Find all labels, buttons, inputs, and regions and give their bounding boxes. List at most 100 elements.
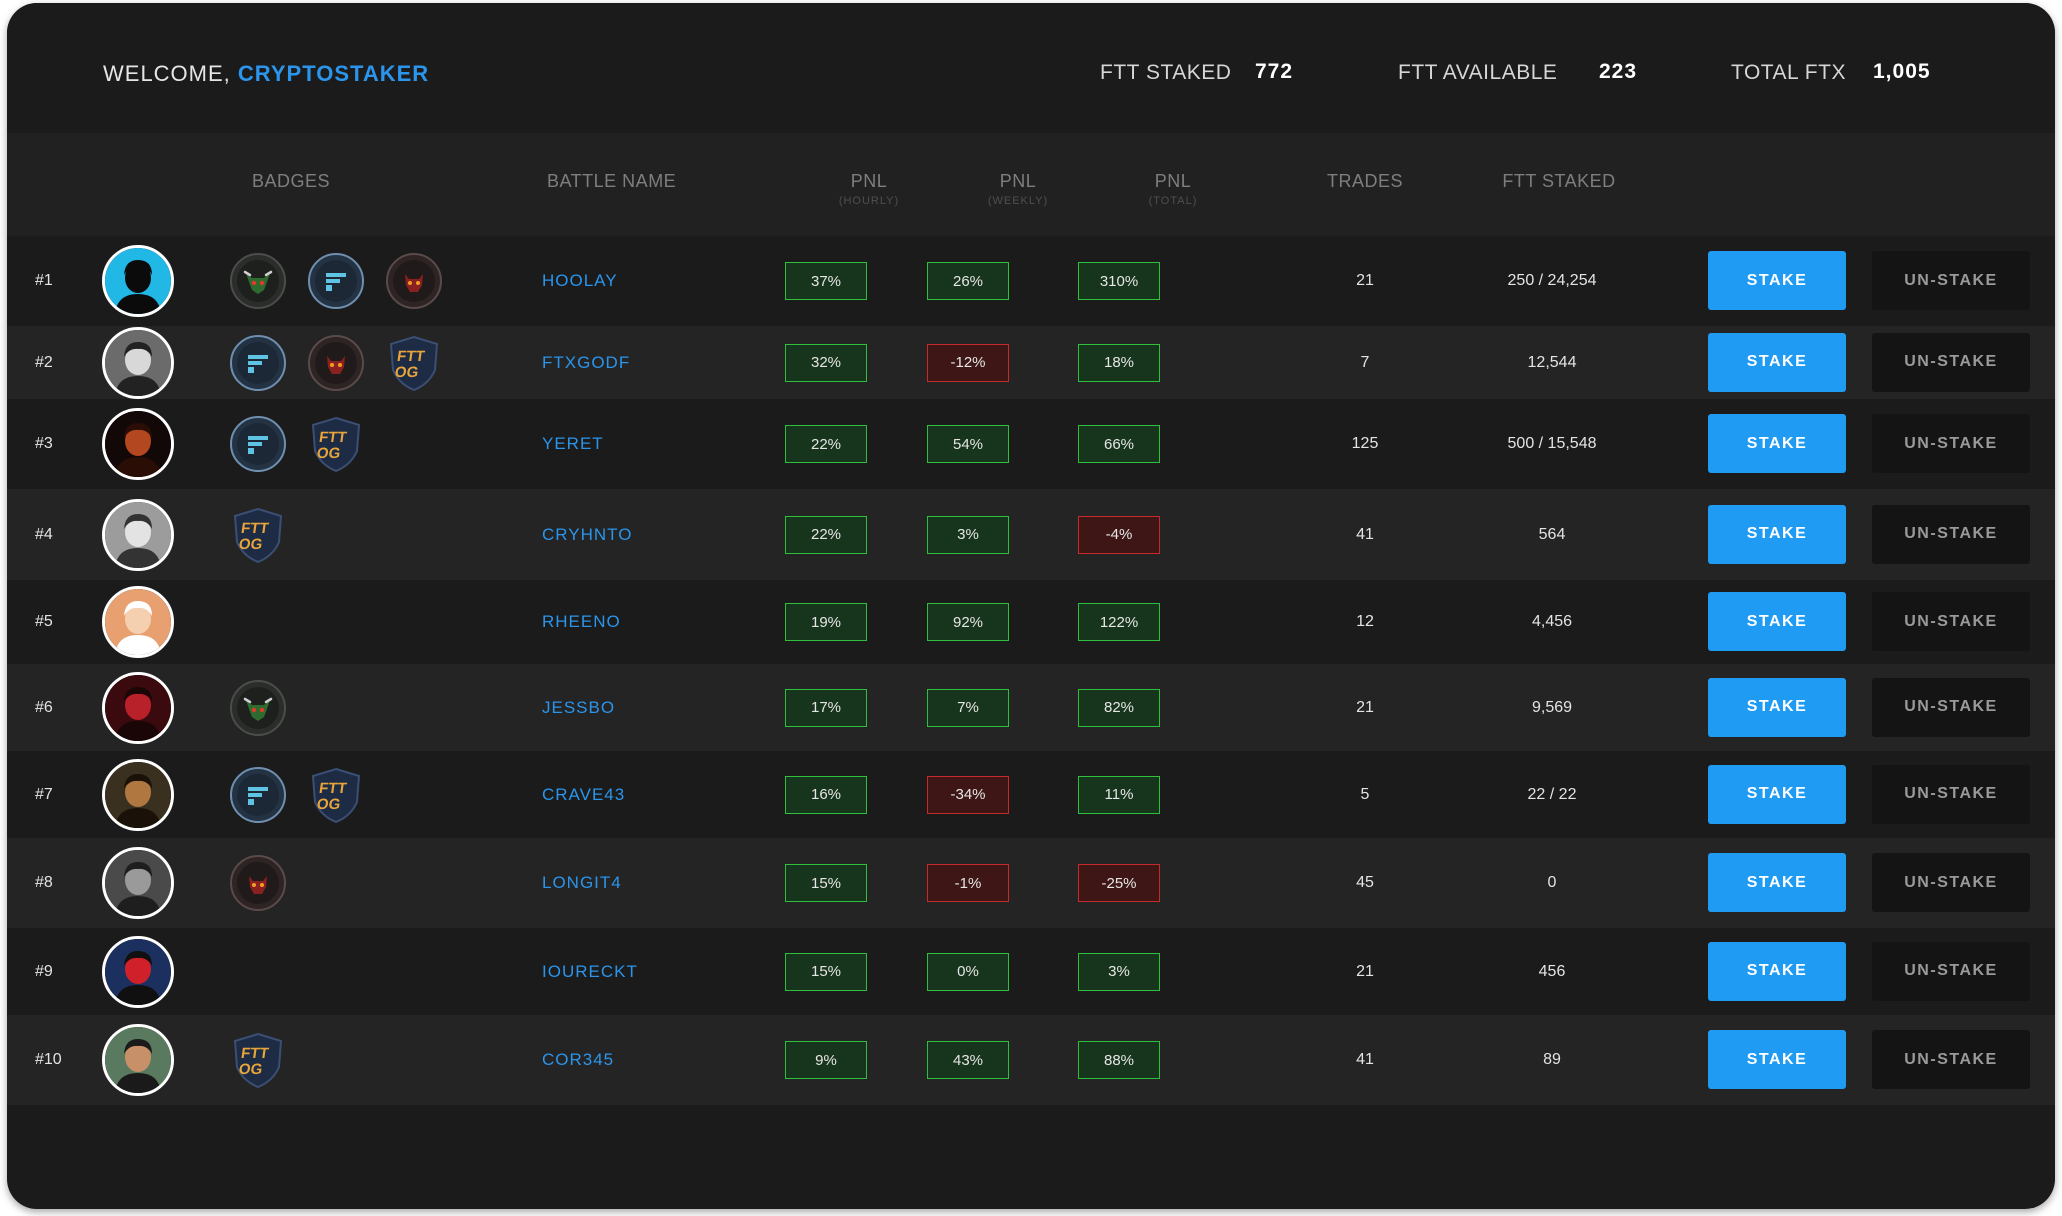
avatar[interactable] [102, 847, 174, 919]
battle-name-link[interactable]: FTXGODF [542, 353, 630, 373]
column-pnl-total-sub: (TOTAL) [1148, 195, 1198, 207]
ftt-available-label: FTT AVAILABLE [1398, 61, 1558, 84]
ftx-badge-icon [229, 766, 287, 824]
total-ftx-label: TOTAL FTX [1731, 61, 1846, 84]
stake-button[interactable]: STAKE [1708, 414, 1846, 473]
avatar[interactable] [102, 498, 174, 571]
unstake-button[interactable]: UN-STAKE [1872, 251, 2030, 310]
battle-name-link[interactable]: RHEENO [542, 612, 621, 632]
table-row: #4 FTT OG CRYHNTO 22% 3% -4% 41 564 STAKE UN-STAKE [7, 489, 2055, 580]
battle-name-link[interactable]: IOURECKT [542, 962, 638, 982]
ftt-staked-value: 4,456 [1531, 613, 1573, 630]
column-trades[interactable]: TRADES [1327, 171, 1403, 192]
column-pnl-total-label: PNL [1154, 171, 1192, 191]
battle-name-link[interactable]: CRYHNTO [542, 525, 632, 545]
column-pnl-hourly-label: PNL [850, 171, 888, 191]
column-battle-name[interactable]: BATTLE NAME [547, 171, 676, 192]
row-rank: #8 [35, 874, 53, 891]
battle-name-link[interactable]: LONGIT4 [542, 873, 622, 893]
row-rank: #3 [35, 435, 53, 452]
stake-button[interactable]: STAKE [1708, 1030, 1846, 1089]
pnl-total-badge: 66% [1078, 425, 1160, 463]
unstake-button[interactable]: UN-STAKE [1872, 332, 2030, 392]
battle-name-link[interactable]: CRAVE43 [542, 785, 625, 805]
column-ftt-staked[interactable]: FTT STAKED [1502, 171, 1615, 192]
row-rank: #6 [35, 698, 53, 716]
stake-button[interactable]: STAKE [1708, 592, 1846, 651]
ftt-staked-value: 12,544 [1527, 353, 1577, 371]
unstake-button[interactable]: UN-STAKE [1872, 677, 2030, 737]
stake-button[interactable]: STAKE [1708, 764, 1846, 824]
avatar[interactable] [102, 245, 174, 317]
table-row: #9 IOURECKT 15% 0% 3% 21 456 STAKE UN-STAKE [7, 928, 2055, 1015]
column-pnl-hourly[interactable]: PNL (HOURLY) [839, 171, 899, 207]
avatar[interactable] [102, 758, 174, 831]
pnl-total-badge: 122% [1078, 603, 1160, 641]
ftt-staked-value: 772 [1255, 60, 1294, 83]
stake-button[interactable]: STAKE [1708, 504, 1846, 564]
stake-button[interactable]: STAKE [1708, 332, 1846, 392]
svg-text:OG: OG [238, 1061, 264, 1078]
avatar[interactable] [102, 1024, 174, 1096]
pnl-total-badge: 11% [1078, 775, 1160, 814]
pnl-weekly-badge: 92% [927, 603, 1009, 641]
ftt-staked-value: 9,569 [1531, 698, 1573, 716]
pnl-hourly-badge: 9% [785, 1041, 867, 1079]
ftx-badge-icon [229, 415, 287, 473]
trades-count: 45 [1356, 874, 1374, 891]
unstake-button[interactable]: UN-STAKE [1872, 764, 2030, 824]
pnl-total-badge: -4% [1078, 515, 1160, 554]
pnl-total-badge: 88% [1078, 1041, 1160, 1079]
unstake-button[interactable]: UN-STAKE [1872, 941, 2030, 1001]
avatar[interactable] [102, 935, 174, 1008]
trades-count: 21 [1356, 962, 1374, 980]
avatar[interactable] [102, 408, 174, 480]
svg-text:FTT: FTT [318, 780, 349, 797]
row-rank: #4 [35, 525, 53, 543]
bull-badge-icon [229, 679, 287, 737]
table-header: BADGES BATTLE NAME PNL (HOURLY) PNL (WEE… [7, 133, 2055, 236]
stake-button[interactable]: STAKE [1708, 251, 1846, 310]
pnl-hourly-badge: 22% [785, 425, 867, 463]
pnl-weekly-badge: 3% [927, 515, 1009, 554]
trades-count: 5 [1360, 785, 1370, 803]
ftt-staked-value: 456 [1538, 962, 1566, 980]
svg-text:FTT: FTT [240, 1045, 271, 1062]
ftt-staked-value: 0 [1547, 874, 1557, 891]
stake-button[interactable]: STAKE [1708, 853, 1846, 912]
top-bar: WELCOME, CRYPTOSTAKER FTT STAKED 772 FTT… [7, 3, 2055, 133]
avatar[interactable] [102, 586, 174, 658]
table-row: #7 FTT OG CRAVE43 16% -34% 11% 5 22 / 22 STAKE UN-… [7, 751, 2055, 838]
pnl-weekly-badge: 43% [927, 1041, 1009, 1079]
table-row: #3 FTT OG YERET 22% 54% 66% 125 500 / 15,548 STAK… [7, 399, 2055, 489]
column-pnl-weekly[interactable]: PNL (WEEKLY) [988, 171, 1048, 207]
table-row: #6 JESSBO 17% 7% 82% 21 9,569 STAKE UN-STAKE [7, 664, 2055, 751]
pnl-weekly-badge: 54% [927, 425, 1009, 463]
table-row: #8 LONGIT4 15% -1% -25% 45 0 STAKE UN-STAKE [7, 838, 2055, 928]
unstake-button[interactable]: UN-STAKE [1872, 592, 2030, 651]
column-badges: BADGES [252, 171, 331, 191]
unstake-button[interactable]: UN-STAKE [1872, 504, 2030, 564]
table-row: #1 HOOLAY 37% 26% 310% 21 250 / 24,254 STAKE UN-… [7, 236, 2055, 326]
ftt-staked-value: 22 / 22 [1527, 785, 1577, 803]
battle-name-link[interactable]: COR345 [542, 1050, 614, 1070]
unstake-button[interactable]: UN-STAKE [1872, 414, 2030, 473]
unstake-button[interactable]: UN-STAKE [1872, 853, 2030, 912]
stake-button[interactable]: STAKE [1708, 941, 1846, 1001]
avatar[interactable] [102, 671, 174, 744]
avatar[interactable] [102, 326, 174, 399]
svg-text:FTT: FTT [396, 348, 427, 365]
pnl-hourly-badge: 15% [785, 864, 867, 902]
column-pnl-total[interactable]: PNL (TOTAL) [1149, 171, 1198, 207]
devil-badge-icon [229, 854, 287, 912]
stake-button[interactable]: STAKE [1708, 677, 1846, 737]
pnl-hourly-badge: 15% [785, 952, 867, 991]
trades-count: 21 [1356, 272, 1374, 289]
username[interactable]: CRYPTOSTAKER [238, 61, 429, 86]
battle-name-link[interactable]: YERET [542, 434, 604, 454]
battle-name-link[interactable]: JESSBO [542, 698, 615, 718]
table-row: #2 FTT OG FTXGODF 32% -12% 18% 7 12,544 STAKE UN-S… [7, 326, 2055, 399]
battle-name-link[interactable]: HOOLAY [542, 271, 618, 291]
unstake-button[interactable]: UN-STAKE [1872, 1030, 2030, 1089]
trades-count: 21 [1356, 698, 1374, 716]
